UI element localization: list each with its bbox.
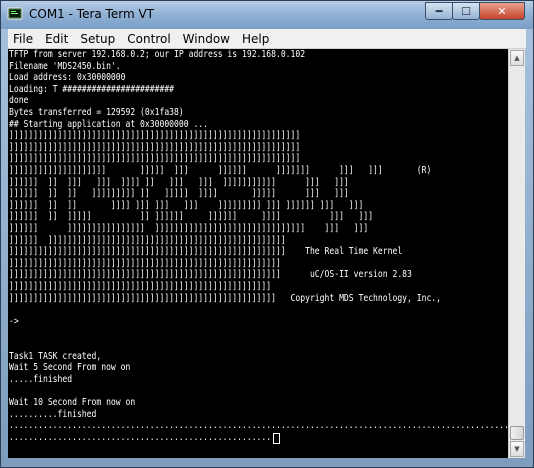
close-button[interactable]: ✕	[479, 2, 525, 20]
terminal-line: Bytes transferred = 129592 (0x1fa38)	[9, 107, 184, 118]
menu-help[interactable]: Help	[237, 32, 274, 46]
terminal-output[interactable]: TFTP from server 192.168.0.2; our IP add…	[8, 49, 508, 458]
terminal-line: done	[9, 95, 29, 107]
terminal-line: ## Starting application at 0x30000000 ..…	[9, 118, 209, 130]
scroll-down-icon[interactable]: ▼	[510, 441, 524, 457]
menu-bar: File Edit Setup Control Window Help	[8, 29, 526, 49]
terminal-line: ]]]]]] ]] ]] ]]]] ]]] ]]] ]]] ]]]]]]]]] …	[9, 199, 364, 211]
teraterm-app-icon[interactable]	[7, 6, 23, 22]
window-title: COM1 - Tera Term VT	[29, 7, 154, 21]
maximize-button[interactable]: ☐	[452, 2, 480, 20]
menu-edit[interactable]: Edit	[40, 32, 73, 46]
terminal-line: ]]]]]]]]]]]]]]]]]]]]]]]]]]]]]]]]]]]]]]]]…	[9, 141, 301, 153]
terminal-line: Loading: T #######################	[9, 83, 175, 95]
terminal-line: ]]]]]] ]]]]]]]]]]]]]]]]]]]]]]]]]]]]]]]]]…	[9, 234, 286, 246]
terminal-line: ..........finished	[9, 408, 97, 420]
terminal-line: ........................................…	[9, 420, 508, 432]
terminal-line: .....finished	[9, 373, 73, 385]
terminal-line: ]]]]]] ]]]]]]]]]]]]]]]] ]]]]]]]]]]]]]]]]…	[9, 223, 369, 234]
terminal-line: ]]]]]]]]]]]]]]]]]]]]]]]]]]]]]]]]]]]]]]]]…	[9, 257, 281, 269]
title-bar[interactable]: COM1 - Tera Term VT ━ ☐ ✕	[1, 1, 533, 29]
terminal-line: ->	[9, 315, 19, 327]
scrollbar-thumb[interactable]	[510, 426, 524, 440]
terminal-line: ]]]]]]]]]]]]]]]]]]]]]]]]]]]]]]]]]]]]]]]]…	[9, 269, 412, 281]
terminal-line: Wait 5 Second From now on	[9, 362, 131, 374]
terminal-line: ........................................…	[9, 431, 272, 443]
terminal-line: ]]]]]]]]]]]]]]]]]]]]]]]]]]]]]]]]]]]]]]]]…	[9, 292, 442, 304]
terminal-line: ]]]]]] ]] ]] ]]]]]]]]] ]] ]]]]] ]]]] ]]]…	[9, 188, 349, 200]
terminal-line: ]]]]]]]]]]]]]]]]]]]]]]]]]]]]]]]]]]]]]]]]…	[9, 246, 403, 258]
menu-setup[interactable]: Setup	[75, 32, 120, 46]
terminal-line: Load address: 0x30000000	[9, 72, 126, 84]
terminal-line: Filename 'MDS2450.bin'.	[9, 60, 121, 72]
terminal-line: ]]]]]]]]]]]]]]]]]]]]]]]]]]]]]]]]]]]]]]]]…	[9, 130, 301, 142]
terminal-line: TFTP from server 192.168.0.2; our IP add…	[9, 49, 306, 60]
menu-file[interactable]: File	[8, 32, 38, 46]
terminal-line: Wait 10 Second From now on	[9, 397, 136, 408]
vertical-scrollbar[interactable]: ▲ ▼	[508, 49, 525, 458]
terminal-line: ]]]]]]]]]]]]]]]]]]]]]]]]]]]]]]]]]]]]]]]]…	[9, 153, 301, 165]
terminal-cursor	[273, 432, 281, 444]
menu-window[interactable]: Window	[178, 32, 235, 46]
terminal-line: ]]]]]] ]] ]]] ]]] ]]]] ]] ]]] ]]] ]]]]]]…	[9, 176, 349, 188]
terminal-window: COM1 - Tera Term VT ━ ☐ ✕ File Edit Setu…	[0, 0, 534, 468]
minimize-button[interactable]: ━	[425, 2, 453, 20]
terminal-line: ]]]]]] ]] ]]]]] ]] ]]]]]] ]]]]]] ]]]] ]]…	[9, 211, 374, 223]
terminal-line: Task1 TASK created,	[9, 350, 102, 362]
terminal-line: ]]]]]]]]]]]]]]]]]]]] ]]]]] ]]] ]]]]]] ]]…	[9, 165, 432, 176]
terminal-line: ]]]]]]]]]]]]]]]]]]]]]]]]]]]]]]]]]]]]]]]]…	[9, 281, 272, 292]
scroll-up-icon[interactable]: ▲	[510, 50, 524, 66]
menu-control[interactable]: Control	[122, 32, 175, 46]
